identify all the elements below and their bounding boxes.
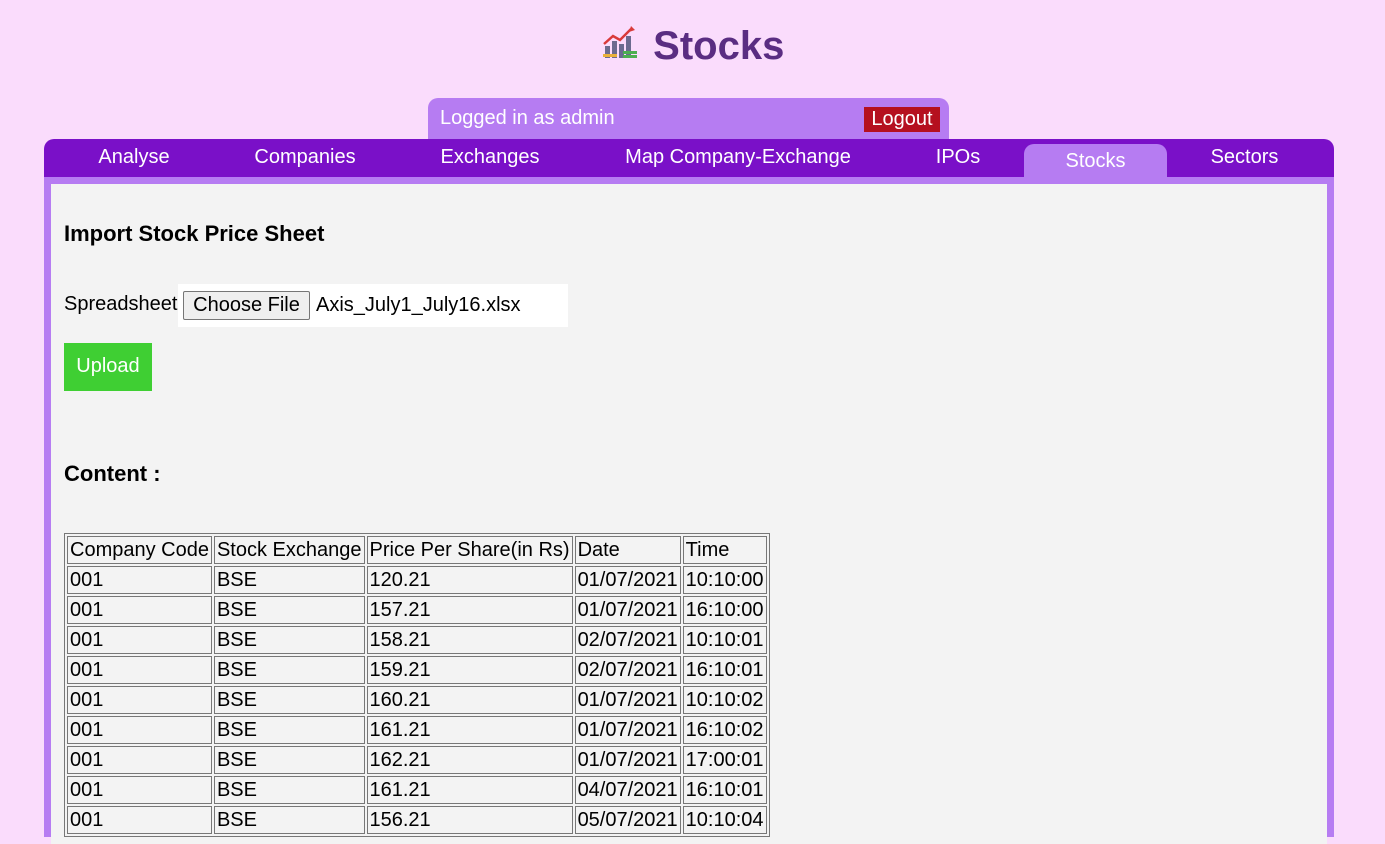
table-row: 001 BSE 120.21 01/07/2021 10:10:00 [67, 566, 767, 594]
spreadsheet-label: Spreadsheet [64, 293, 178, 315]
table-cell: 162.21 [366, 746, 573, 774]
logged-in-status: Logged in as admin [440, 107, 615, 129]
stock-price-table: Company Code Stock Exchange Price Per Sh… [64, 533, 770, 837]
selected-file-name: Axis_July1_July16.xlsx [316, 294, 521, 316]
table-row: 001 BSE 161.21 01/07/2021 16:10:02 [67, 716, 767, 744]
table-cell: 10:10:01 [682, 626, 767, 654]
table-cell: BSE [213, 746, 365, 774]
table-cell: 02/07/2021 [574, 626, 681, 654]
table-cell: 16:10:01 [682, 656, 767, 684]
table-cell: BSE [213, 626, 365, 654]
column-header: Stock Exchange [213, 536, 365, 564]
table-cell: BSE [213, 686, 365, 714]
nav-item-stocks[interactable]: Stocks [1024, 144, 1167, 177]
table-cell: 10:10:02 [682, 686, 767, 714]
table-header-row: Company Code Stock Exchange Price Per Sh… [67, 536, 767, 564]
table-cell: 01/07/2021 [574, 686, 681, 714]
nav-item-sectors[interactable]: Sectors [1172, 139, 1317, 177]
content-area: Import Stock Price Sheet Spreadsheet Cho… [51, 184, 1327, 844]
column-header: Time [682, 536, 767, 564]
table-cell: 01/07/2021 [574, 596, 681, 624]
column-header: Price Per Share(in Rs) [366, 536, 573, 564]
table-cell: 01/07/2021 [574, 566, 681, 594]
table-cell: 161.21 [366, 716, 573, 744]
stocks-chart-icon [601, 24, 639, 62]
nav-item-map-company-exchange[interactable]: Map Company-Exchange [594, 139, 882, 177]
column-header: Company Code [67, 536, 212, 564]
table-cell: 157.21 [366, 596, 573, 624]
nav-item-ipos[interactable]: IPOs [882, 139, 1034, 177]
table-row: 001 BSE 156.21 05/07/2021 10:10:04 [67, 806, 767, 834]
table-cell: 10:10:04 [682, 806, 767, 834]
table-cell: 158.21 [366, 626, 573, 654]
table-cell: BSE [213, 716, 365, 744]
table-cell: 05/07/2021 [574, 806, 681, 834]
table-cell: 04/07/2021 [574, 776, 681, 804]
table-cell: 156.21 [366, 806, 573, 834]
table-cell: 01/07/2021 [574, 746, 681, 774]
table-row: 001 BSE 159.21 02/07/2021 16:10:01 [67, 656, 767, 684]
table-row: 001 BSE 157.21 01/07/2021 16:10:00 [67, 596, 767, 624]
choose-file-button[interactable]: Choose File [183, 291, 310, 320]
table-cell: 160.21 [366, 686, 573, 714]
file-input[interactable]: Choose File Axis_July1_July16.xlsx [178, 284, 568, 327]
user-bar: Logged in as admin Logout [428, 98, 949, 139]
table-cell: 001 [67, 566, 212, 594]
table-cell: 120.21 [366, 566, 573, 594]
table-cell: 159.21 [366, 656, 573, 684]
table-cell: 001 [67, 596, 212, 624]
table-row: 001 BSE 158.21 02/07/2021 10:10:01 [67, 626, 767, 654]
table-row: 001 BSE 162.21 01/07/2021 17:00:01 [67, 746, 767, 774]
upload-button[interactable]: Upload [64, 343, 152, 391]
content-title: Content : [64, 461, 161, 486]
main-nav: Analyse Companies Exchanges Map Company-… [44, 139, 1334, 177]
table-cell: 001 [67, 776, 212, 804]
table-cell: BSE [213, 776, 365, 804]
app-header: Stocks [0, 24, 1385, 76]
table-row: 001 BSE 161.21 04/07/2021 16:10:01 [67, 776, 767, 804]
table-row: 001 BSE 160.21 01/07/2021 10:10:02 [67, 686, 767, 714]
table-cell: 161.21 [366, 776, 573, 804]
table-cell: 001 [67, 656, 212, 684]
table-cell: 10:10:00 [682, 566, 767, 594]
table-cell: 001 [67, 746, 212, 774]
nav-item-exchanges[interactable]: Exchanges [386, 139, 594, 177]
table-cell: 001 [67, 716, 212, 744]
table-cell: 001 [67, 626, 212, 654]
column-header: Date [574, 536, 681, 564]
nav-item-companies[interactable]: Companies [224, 139, 386, 177]
import-title: Import Stock Price Sheet [64, 221, 325, 246]
table-cell: BSE [213, 656, 365, 684]
page-title: Stocks [653, 24, 785, 68]
content-panel: Import Stock Price Sheet Spreadsheet Cho… [44, 177, 1334, 844]
table-cell: 02/07/2021 [574, 656, 681, 684]
table-cell: 16:10:02 [682, 716, 767, 744]
nav-item-analyse[interactable]: Analyse [44, 139, 224, 177]
table-cell: BSE [213, 806, 365, 834]
table-cell: 001 [67, 806, 212, 834]
table-cell: 001 [67, 686, 212, 714]
table-cell: 17:00:01 [682, 746, 767, 774]
table-cell: 16:10:00 [682, 596, 767, 624]
table-cell: 16:10:01 [682, 776, 767, 804]
logout-button[interactable]: Logout [864, 107, 940, 132]
table-cell: 01/07/2021 [574, 716, 681, 744]
table-cell: BSE [213, 596, 365, 624]
table-cell: BSE [213, 566, 365, 594]
